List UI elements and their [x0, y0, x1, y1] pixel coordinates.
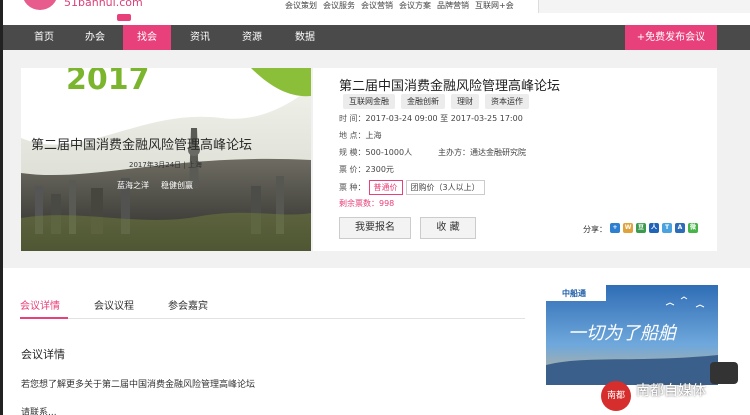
banner-slogan-b: 稳健创赢 — [161, 181, 193, 190]
tab-details[interactable]: 会议详情 — [20, 297, 60, 312]
tag[interactable]: 理财 — [451, 94, 479, 109]
remaining-label: 剩余票数： — [339, 199, 379, 208]
nav-item-find[interactable]: 找会 — [123, 25, 171, 50]
sidebar-ad[interactable]: 中船通 一切为了船舶 — [546, 285, 718, 385]
organizer-label: 主办方： — [438, 148, 470, 157]
tag[interactable]: 互联网金融 — [343, 94, 395, 109]
tag[interactable]: 金融创新 — [401, 94, 445, 109]
register-button[interactable]: 我要报名 — [339, 217, 411, 239]
window-edge — [0, 0, 3, 415]
tqq-share-icon[interactable]: T — [662, 223, 672, 233]
top-bar: 51banhui.com 会议策划 会议服务 会议营销 会议方案 品牌营销 互联… — [0, 0, 750, 22]
conference-title: 第二届中国消费金融风险管理高峰论坛 — [339, 79, 561, 94]
logo-badge — [117, 14, 131, 21]
right-margin — [718, 285, 750, 415]
ticket-option-regular[interactable]: 普通价 — [368, 180, 403, 195]
top-link[interactable]: 会议方案 — [399, 0, 431, 11]
price-row: 票 价：2300元 — [339, 164, 394, 175]
top-link[interactable]: 互联网+会 — [475, 0, 514, 11]
location-row: 地 点：上海 — [339, 130, 382, 141]
ad-brand: 中船通 — [562, 289, 586, 298]
top-links: 会议策划 会议服务 会议营销 会议方案 品牌营销 互联网+会 — [285, 0, 514, 11]
publish-conference-button[interactable]: +免费发布会议 — [625, 25, 717, 50]
details-intro: 若您想了解更多关于第二届中国消费金融风险管理高峰论坛 — [21, 380, 256, 390]
ticket-row: 票 种： 普通价 团购价（3人以上） — [339, 180, 485, 195]
ad-slogan: 一切为了船舶 — [568, 323, 676, 344]
top-link[interactable]: 会议策划 — [285, 0, 317, 11]
share-label: 分享： — [583, 225, 607, 234]
details-contact-line: 请联系... — [21, 408, 57, 415]
details-heading: 会议详情 — [21, 348, 65, 361]
top-link[interactable]: 会议服务 — [323, 0, 355, 11]
top-link[interactable]: 会议营销 — [361, 0, 393, 11]
remaining-value: 998 — [379, 199, 395, 208]
people-share-icon[interactable]: A — [675, 223, 685, 233]
renren-share-icon[interactable]: 人 — [649, 223, 659, 233]
weibo-share-icon[interactable]: W — [623, 223, 633, 233]
remaining-tickets: 剩余票数：998 — [339, 198, 394, 209]
nav-item-resources[interactable]: 资源 — [228, 25, 276, 50]
tag[interactable]: 资本运作 — [485, 94, 529, 109]
ticket-label: 票 种： — [339, 183, 366, 192]
conference-banner[interactable]: 2017 第二届中国消费金融风险管理高峰论坛 2017年3月24日 | 上海 蓝… — [21, 68, 311, 251]
organizer-row: 主办方：通达金融研究院 — [438, 147, 526, 158]
active-tab-indicator — [20, 317, 68, 319]
scale-row: 规 模：500-1000人 — [339, 147, 412, 158]
banner-date-place: 2017年3月24日 | 上海 — [129, 161, 202, 169]
banner-title: 第二届中国消费金融风险管理高峰论坛 — [31, 138, 253, 153]
time-row: 时 间：2017-03-24 09:00 至 2017-03-25 17:00 — [339, 113, 523, 124]
detail-tabs: 会议详情 会议议程 参会嘉宾 — [20, 297, 242, 312]
nav-item-news[interactable]: 资讯 — [176, 25, 224, 50]
time-label: 时 间： — [339, 114, 366, 123]
share-icons: + W 豆 人 T A 微 — [610, 223, 698, 233]
nav-item-host[interactable]: 办会 — [71, 25, 119, 50]
banner-year: 2017 — [66, 68, 150, 97]
douban-share-icon[interactable]: 豆 — [636, 223, 646, 233]
tab-agenda[interactable]: 会议议程 — [94, 297, 134, 312]
price-value: 2300元 — [365, 165, 394, 174]
qzone-share-icon[interactable]: + — [610, 223, 620, 233]
site-logo-text[interactable]: 51banhui.com — [64, 0, 143, 9]
time-value: 2017-03-24 09:00 至 2017-03-25 17:00 — [365, 114, 523, 123]
watermark-text: 南都自媒体 — [636, 383, 706, 399]
main-nav: 首页 办会 找会 资讯 资源 数据 +免费发布会议 — [0, 25, 750, 50]
location-label: 地 点： — [339, 131, 366, 140]
nav-item-data[interactable]: 数据 — [281, 25, 329, 50]
camera-icon — [710, 362, 738, 384]
favorite-button[interactable]: 收 藏 — [420, 217, 476, 239]
top-link[interactable]: 品牌营销 — [437, 0, 469, 11]
nav-item-home[interactable]: 首页 — [20, 25, 68, 50]
watermark-badge: 南都 — [601, 381, 631, 411]
price-label: 票 价： — [339, 165, 366, 174]
tabs-divider — [20, 318, 525, 319]
ticket-option-group[interactable]: 团购价（3人以上） — [405, 180, 485, 195]
conference-tags: 互联网金融 金融创新 理财 资本运作 — [343, 94, 529, 109]
scale-label: 规 模： — [339, 148, 366, 157]
organizer-value: 通达金融研究院 — [470, 148, 526, 157]
search-input[interactable] — [538, 0, 750, 13]
tab-guests[interactable]: 参会嘉宾 — [168, 297, 208, 312]
logo-icon[interactable] — [22, 0, 58, 10]
scale-value: 500-1000人 — [365, 148, 413, 157]
location-value: 上海 — [365, 131, 382, 140]
wechat-share-icon[interactable]: 微 — [688, 223, 698, 233]
banner-slogan-a: 蓝海之洋 — [117, 181, 149, 190]
